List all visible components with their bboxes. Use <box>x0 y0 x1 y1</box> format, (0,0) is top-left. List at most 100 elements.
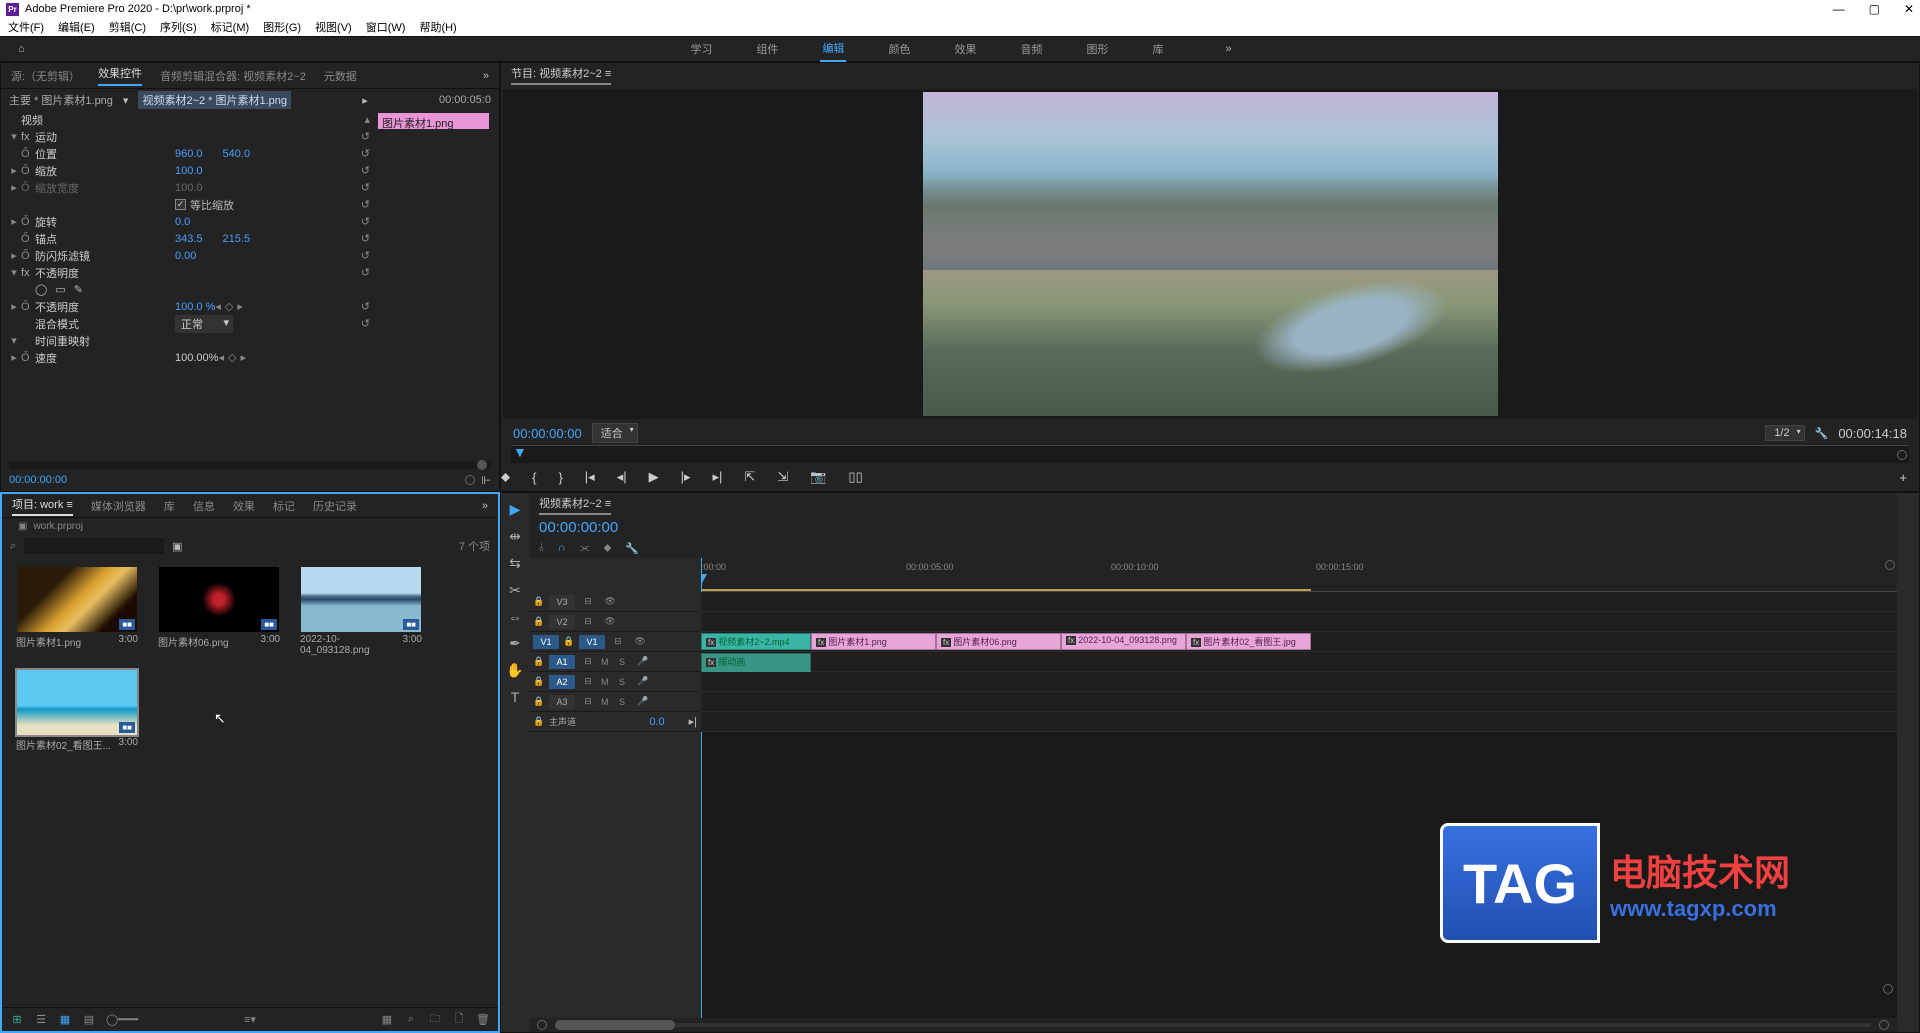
bin-icon[interactable]: ▣ <box>172 540 182 553</box>
lift-button[interactable]: ⇱ <box>744 469 755 485</box>
tab-metadata[interactable]: 元数据 <box>324 68 357 84</box>
find-icon[interactable]: ⌕ <box>404 1013 418 1026</box>
sync-lock-icon[interactable]: ⊟ <box>579 696 597 707</box>
prev-keyframe-icon[interactable]: ◂ <box>215 300 221 313</box>
play-button[interactable]: ▶ <box>649 469 659 485</box>
thumbnail-image[interactable]: ■■ <box>159 567 279 632</box>
menu-marker[interactable]: 标记(M) <box>211 19 250 35</box>
panel-overflow-icon[interactable]: » <box>483 70 489 82</box>
source-patch-v1[interactable]: V1 <box>533 635 559 649</box>
collapse-icon[interactable]: ▴ <box>364 113 370 126</box>
timeline-canvas[interactable]: :00:00 00:00:05:00 00:00:10:00 00:00:15:… <box>701 558 1897 1018</box>
menu-clip[interactable]: 剪辑(C) <box>109 19 146 35</box>
ripple-edit-tool[interactable]: ⇆ <box>509 555 521 572</box>
auto-sequence-icon[interactable]: ▦ <box>380 1013 394 1026</box>
zoom-slider-handle[interactable]: ◯━━━ <box>106 1013 120 1026</box>
extract-button[interactable]: ⇲ <box>777 469 788 485</box>
anchor-y[interactable]: 215.5 <box>223 233 251 245</box>
button-editor-icon[interactable]: + <box>1899 470 1907 485</box>
track-v3[interactable] <box>701 592 1897 612</box>
minimize-button[interactable]: — <box>1833 2 1845 16</box>
prev-keyframe-icon[interactable]: ◂ <box>218 351 224 364</box>
razor-tool[interactable]: ✂ <box>509 582 521 599</box>
search-input[interactable] <box>24 538 164 554</box>
track-a2[interactable] <box>701 672 1897 692</box>
reset-icon[interactable]: ↺ <box>361 232 370 245</box>
zoom-select[interactable]: 适合 <box>592 423 638 443</box>
stopwatch-icon[interactable]: Ő <box>21 352 35 364</box>
rotation-value[interactable]: 0.0 <box>175 216 190 228</box>
export-frame-button[interactable]: 📷 <box>810 469 826 485</box>
zoom-out-handle[interactable] <box>537 1020 547 1030</box>
timeline-mini-clip[interactable]: 图片素材1.png <box>378 113 489 129</box>
lock-icon[interactable]: 🔒 <box>563 636 575 647</box>
project-item[interactable]: ■■ 2022-10-04_093128.png3:00 <box>296 567 426 658</box>
lock-icon[interactable]: 🔒 <box>533 716 545 727</box>
tab-media-browser[interactable]: 媒体浏览器 <box>91 498 146 514</box>
work-area-bar[interactable] <box>701 589 1311 591</box>
linked-selection-icon[interactable]: ⫘ <box>580 542 590 555</box>
reset-icon[interactable]: ↺ <box>361 300 370 313</box>
uniform-scale-checkbox[interactable] <box>175 199 186 210</box>
menu-view[interactable]: 视图(V) <box>315 19 352 35</box>
workspace-tab-color[interactable]: 颜色 <box>886 37 912 61</box>
close-button[interactable]: ✕ <box>1904 2 1914 16</box>
lock-icon[interactable]: 🔒 <box>533 696 545 707</box>
eye-icon[interactable]: 👁 <box>601 596 619 607</box>
thumbnail-image[interactable]: ■■ <box>17 670 137 735</box>
zoom-in-handle[interactable] <box>1879 1020 1889 1030</box>
track-header-a2[interactable]: 🔒A2⊟MS🎤 <box>529 672 701 692</box>
stopwatch-icon[interactable]: Ő <box>21 216 35 228</box>
program-timecode-left[interactable]: 00:00:00:00 <box>513 426 582 441</box>
track-a3[interactable] <box>701 692 1897 712</box>
lock-icon[interactable]: ⊞ <box>10 1013 24 1026</box>
next-keyframe-icon[interactable]: ▸ <box>240 351 246 364</box>
workspace-tab-libraries[interactable]: 库 <box>1150 37 1165 61</box>
step-forward-button[interactable]: |▸ <box>681 469 691 485</box>
program-ruler[interactable]: ▼ <box>511 445 1909 463</box>
eye-icon[interactable]: 👁 <box>601 616 619 627</box>
go-to-end-icon[interactable]: ▸| <box>689 715 697 728</box>
workspace-tab-learn[interactable]: 学习 <box>688 37 714 61</box>
twirl-icon[interactable]: ▸ <box>7 215 21 228</box>
tab-history[interactable]: 历史记录 <box>313 498 357 514</box>
track-header-v3[interactable]: 🔒 V3 ⊟ 👁 <box>529 592 701 612</box>
stopwatch-icon[interactable]: Ő <box>21 301 35 313</box>
sync-lock-icon[interactable]: ⊟ <box>609 636 627 647</box>
track-select-tool[interactable]: ⇹ <box>509 528 521 545</box>
lock-icon[interactable]: 🔒 <box>533 656 545 667</box>
lock-icon[interactable]: 🔒 <box>533 596 545 607</box>
speed-value[interactable]: 100.00% <box>175 352 218 364</box>
anchor-x[interactable]: 343.5 <box>175 233 203 245</box>
track-name[interactable]: V3 <box>549 595 575 609</box>
program-viewport[interactable] <box>503 89 1917 419</box>
icon-view-icon[interactable]: ▦ <box>58 1013 72 1026</box>
blend-mode-select[interactable]: 正常▾ <box>175 315 233 333</box>
track-name[interactable]: V1 <box>579 635 605 649</box>
timeline-clip[interactable]: fx图片素材06.png <box>936 633 1061 650</box>
ellipse-mask-icon[interactable]: ◯ <box>35 283 47 296</box>
track-header-a1[interactable]: 🔒A1⊟MS🎤 <box>529 652 701 672</box>
track-v2[interactable] <box>701 612 1897 632</box>
tab-effects[interactable]: 效果 <box>233 498 255 514</box>
slip-tool[interactable]: ⇔ <box>508 609 522 625</box>
search-icon[interactable]: ⌕ <box>10 540 16 553</box>
position-x[interactable]: 960.0 <box>175 148 203 160</box>
solo-button[interactable]: S <box>619 697 633 707</box>
list-view-icon[interactable]: ☰ <box>34 1013 48 1026</box>
twirl-icon[interactable]: ▸ <box>7 164 21 177</box>
prop-motion[interactable]: 运动 <box>35 129 175 145</box>
scroll-thumb[interactable] <box>555 1020 675 1030</box>
effect-timeline-scrollbar[interactable] <box>9 461 491 469</box>
stopwatch-icon[interactable]: Ő <box>21 233 35 245</box>
workspace-tab-editing[interactable]: 编辑 <box>820 36 846 62</box>
zoom-handle-icon[interactable] <box>1885 560 1895 570</box>
new-bin-icon[interactable]: 🗀 <box>428 1010 442 1029</box>
sync-lock-icon[interactable]: ⊟ <box>579 596 597 607</box>
settings-icon[interactable]: 🔧 <box>625 542 639 555</box>
comparison-view-button[interactable]: ▯▯ <box>848 469 862 485</box>
timeline-timecode[interactable]: 00:00:00:00 <box>539 519 618 536</box>
sync-lock-icon[interactable]: ⊟ <box>579 676 597 687</box>
home-button[interactable]: ⌂ <box>18 43 25 55</box>
add-keyframe-icon[interactable]: ◇ <box>225 300 233 313</box>
